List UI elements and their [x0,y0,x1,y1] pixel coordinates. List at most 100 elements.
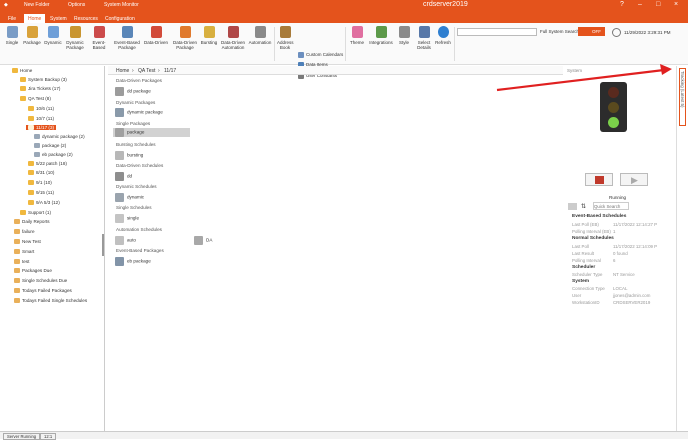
event-based-button[interactable]: Event-Based [87,26,111,50]
data-driven-button[interactable]: Data-Driven [143,26,169,45]
folder-tree: Home System Backup (3) Jira Tickets (17)… [0,66,105,431]
tree-item[interactable]: 10/7 (11) [28,116,54,122]
tree-item[interactable]: 9/A 5/3 (12) [28,200,60,206]
tab-resources[interactable]: Resources [70,14,102,23]
list-item[interactable]: dd package [115,87,151,96]
sort-icon[interactable]: ⇅ [581,203,586,210]
quick-access-system-monitor[interactable]: System Monitor [104,2,139,8]
event-based-package-button[interactable]: Event-Based Package [113,26,141,50]
breadcrumb-separator: › [158,68,160,74]
tree-item[interactable]: 9/15 (11) [28,190,54,196]
data-driven-automation-button[interactable]: Data-Driven Automation [219,26,247,50]
tree-item[interactable]: dynamic package (2) [34,134,85,140]
dynamic-button[interactable]: Dynamic [43,26,63,45]
automation-icon [254,26,266,38]
dynamic-package-button[interactable]: Dynamic Package [64,26,86,50]
folder-icon [20,77,26,82]
splitter-handle[interactable] [102,234,104,256]
group-header: Scheduler [572,265,596,270]
panel-close-icon[interactable]: × [665,67,668,73]
breadcrumb-home[interactable]: Home [116,68,129,74]
smart-folder-item[interactable]: Smart [14,249,34,255]
tree-item[interactable]: eb package (2) [34,152,73,158]
smart-folder-item[interactable]: Packages Due [14,268,52,274]
custom-calendars-button[interactable]: Custom Calendars [298,52,343,58]
smart-folder-item[interactable]: Daily Reports [14,219,50,225]
refresh-button[interactable]: Refresh [434,26,452,45]
address-book-button[interactable]: Address Book [277,26,294,50]
close-icon[interactable]: × [674,1,678,8]
tree-item[interactable]: package (2) [34,143,66,149]
section-header: Dynamic Packages [116,100,156,105]
tree-item[interactable]: System Backup (3) [20,77,67,83]
style-button[interactable]: Style [396,26,412,45]
tree-item[interactable]: Jira Tickets (17) [20,86,60,92]
folder-icon [28,190,34,195]
list-item[interactable]: dynamic [115,193,144,202]
smart-folder-item[interactable]: Todays Failed Packages [14,288,72,294]
tab-home[interactable]: Home [24,14,46,23]
full-system-search-input[interactable] [457,28,537,36]
integrations-button[interactable]: Integrations [368,26,394,45]
single-button[interactable]: Single [4,26,20,45]
maximize-icon[interactable]: □ [656,1,660,8]
select-details-button[interactable]: Select Details [415,26,433,50]
tree-item-selected[interactable]: 11/17 (3) [26,125,57,131]
tracking-tab-label: Tracking (Latest 5) [680,71,685,108]
bursting-button[interactable]: Bursting [199,26,219,45]
tab-file[interactable]: File [4,14,20,23]
event-based-package-icon [121,26,133,38]
tree-item[interactable]: 9/1 (10) [28,180,52,186]
section-header: Bursting Schedules [116,142,156,147]
smart-folder-item[interactable]: test [14,259,29,265]
quick-access-new-folder[interactable]: New Folder [24,2,50,8]
tree-item[interactable]: 8/31 (10) [28,170,54,176]
tree-item[interactable]: Support (1) [20,210,51,216]
tree-item[interactable]: QA Test (8) [20,96,51,102]
tracking-tab[interactable]: Tracking (Latest 5) [679,68,686,126]
smart-folder-item[interactable]: New Test [14,239,41,245]
package-button[interactable]: Package [23,26,41,45]
property-row: Polling Interval 6 [572,258,616,263]
stop-button[interactable] [585,173,613,186]
quick-search-input[interactable] [593,202,629,210]
ribbon-separator [345,27,346,61]
section-header: Event-Based Packages [116,248,164,253]
theme-button[interactable]: Theme [348,26,366,45]
smart-folder-item[interactable]: Single Schedules Due [14,278,67,284]
section-header: Data-Driven Schedules [116,163,164,168]
search-toggle[interactable]: OFF [578,27,605,36]
quick-access-options[interactable]: Options [68,2,85,8]
data-driven-package-button[interactable]: Data-Driven Package [171,26,199,50]
tree-item[interactable]: 5/22 patch (18) [28,161,67,167]
help-icon[interactable]: ? [620,1,624,8]
minimize-icon[interactable]: – [638,1,642,8]
list-item[interactable]: eb package [115,257,151,266]
list-item[interactable]: auto [115,236,136,245]
start-button[interactable]: ▶ [620,173,648,186]
tab-configuration[interactable]: Configuration [101,14,139,23]
folder-icon [28,161,34,166]
list-item[interactable]: dd [115,172,132,181]
property-row: Scheduler Type NT Service [572,272,635,277]
tab-system[interactable]: System [46,14,71,23]
list-item[interactable]: single [115,214,139,223]
grid-view-icon[interactable] [568,203,577,210]
folder-icon [28,180,34,185]
tree-item[interactable]: 10/6 (11) [28,106,54,112]
breadcrumb-qa-test[interactable]: QA Test [138,68,155,74]
smart-folder-item[interactable]: failure [14,229,35,235]
automation-button[interactable]: Automation [247,26,273,45]
folder-icon [28,106,34,111]
list-item[interactable]: dynamic package [115,108,163,117]
list-item[interactable]: DA [194,236,212,245]
list-item-selected[interactable]: package [113,128,190,137]
tree-home[interactable]: Home [12,68,32,74]
package-icon [34,134,40,139]
list-item[interactable]: bursting [115,151,143,160]
breadcrumb-current[interactable]: 11/17 [164,68,176,74]
refresh-icon [437,26,449,38]
smart-folder-item[interactable]: Todays Failed Single Schedules [14,298,87,304]
dynamic-package-icon [115,108,124,117]
event-based-package-icon [115,257,124,266]
